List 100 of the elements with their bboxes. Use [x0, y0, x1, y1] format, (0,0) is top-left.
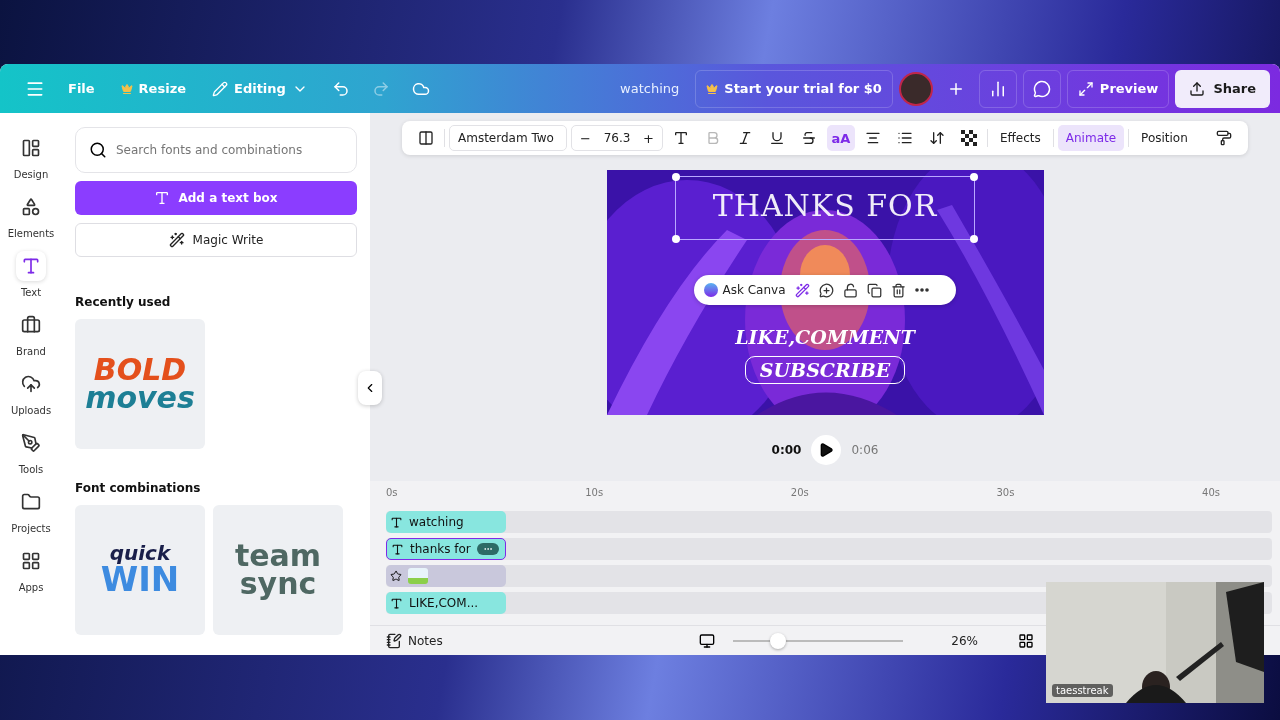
- checker-icon: [961, 130, 977, 146]
- sidebar-item[interactable]: Uploads: [3, 367, 59, 418]
- canvas-text[interactable]: SUBSCRIBE: [744, 356, 906, 384]
- align-center-icon: [865, 130, 881, 146]
- text-clip[interactable]: thanks for: [386, 538, 506, 560]
- unlock-icon: [842, 282, 858, 298]
- lock-button[interactable]: [842, 282, 858, 298]
- decrease-button[interactable]: −: [576, 130, 595, 146]
- zoom-value: 26%: [951, 633, 978, 648]
- sidebar-item[interactable]: Elements: [3, 190, 59, 241]
- toolbar-button[interactable]: Position: [1133, 125, 1196, 151]
- underline-icon: [769, 130, 785, 146]
- more-button[interactable]: [914, 288, 929, 292]
- image-thumbnail: [408, 568, 428, 584]
- redo-icon: [371, 79, 390, 98]
- time-tick: 0s: [386, 487, 398, 500]
- section-title: Recently used: [75, 295, 172, 309]
- current-time: 0:00: [771, 443, 802, 457]
- delete-button[interactable]: [890, 282, 906, 298]
- text-icon: [16, 251, 46, 281]
- page-view-icon[interactable]: [699, 632, 716, 649]
- total-time: 0:06: [851, 443, 879, 457]
- magic-write-button[interactable]: Magic Write: [75, 223, 357, 257]
- play-icon: [818, 442, 835, 458]
- font-size-field[interactable]: − 76.3 +: [571, 125, 663, 151]
- ellipsis-icon: [914, 288, 929, 292]
- strikethrough-icon: [801, 130, 817, 146]
- time-tick: 40s: [1202, 487, 1220, 500]
- search-field[interactable]: Search fonts and combinations: [75, 127, 357, 173]
- text-color-icon: [673, 130, 689, 146]
- add-text-box-button[interactable]: Add a text box: [75, 181, 357, 215]
- expand-icon: [1077, 80, 1094, 97]
- toolbar-button[interactable]: Animate: [1057, 125, 1125, 151]
- text-icon: [390, 515, 403, 529]
- image-clip[interactable]: [386, 565, 506, 587]
- columns-icon: [418, 130, 434, 146]
- magic-edit-button[interactable]: [794, 282, 810, 298]
- insights-button[interactable]: [978, 69, 1017, 108]
- duplicate-button[interactable]: [866, 282, 882, 298]
- clip-label: thanks for: [410, 542, 471, 556]
- text-icon: [391, 542, 404, 556]
- canvas-text[interactable]: THANKS FOR: [712, 188, 938, 223]
- time-tick: 10s: [585, 487, 604, 500]
- text-clip[interactable]: watching: [386, 511, 506, 533]
- time-tick: 20s: [790, 487, 809, 500]
- font-card[interactable]: quick WIN: [75, 505, 205, 635]
- text-icon: [390, 596, 403, 610]
- sidebar-item[interactable]: Design: [3, 131, 59, 182]
- play-button[interactable]: [811, 435, 842, 465]
- pencil-icon: [212, 80, 228, 97]
- crown-icon: [706, 82, 719, 95]
- text-icon: [154, 190, 171, 206]
- grid-view-icon[interactable]: [1018, 632, 1034, 649]
- comment-plus-icon: [818, 282, 834, 298]
- spacing-icon: [929, 130, 945, 146]
- comment-icon: [1032, 79, 1051, 98]
- search-icon: [89, 141, 107, 159]
- sidebar-item[interactable]: Tools: [3, 426, 59, 477]
- list-icon: [897, 130, 913, 146]
- notes-button[interactable]: Notes: [386, 632, 443, 649]
- time-tick: 30s: [996, 487, 1015, 500]
- paint-roller-icon: [1216, 130, 1232, 146]
- selection-box[interactable]: [674, 176, 975, 240]
- sidebar-item[interactable]: Brand: [3, 308, 59, 359]
- share-button[interactable]: Share: [1175, 69, 1270, 108]
- toolbar-button[interactable]: Effects: [992, 125, 1049, 151]
- sidebar-item[interactable]: Text: [3, 249, 59, 300]
- increase-button[interactable]: +: [639, 130, 658, 146]
- comment-button[interactable]: [818, 282, 834, 298]
- font-field[interactable]: Amsterdam Two: [449, 125, 567, 151]
- trial-button[interactable]: Start your trial for $0: [695, 69, 893, 108]
- clip-label: watching: [409, 515, 464, 529]
- webcam-label: taesstreak: [1052, 684, 1113, 697]
- section-title: Font combinations: [75, 481, 202, 495]
- ask-canva-button[interactable]: Ask Canva: [703, 283, 786, 297]
- crown-icon: [120, 82, 133, 95]
- wand-icon: [168, 232, 185, 248]
- text-clip[interactable]: LIKE,COM...: [386, 592, 506, 614]
- notes-icon: [386, 632, 402, 649]
- italic-icon: [737, 130, 753, 146]
- font-size-value: 76.3: [603, 131, 631, 145]
- sidebar-item[interactable]: Projects: [3, 485, 59, 536]
- sidebar-item[interactable]: Apps: [3, 544, 59, 595]
- more-icon: [476, 543, 499, 555]
- upload-icon: [1189, 80, 1206, 97]
- font-card[interactable]: team sync: [213, 505, 343, 635]
- canvas-text[interactable]: LIKE,COMMENT: [735, 326, 915, 348]
- trash-icon: [890, 282, 906, 298]
- undo-icon: [331, 79, 350, 98]
- font-card[interactable]: BOLD moves: [75, 319, 205, 449]
- design-title[interactable]: watching: [620, 81, 680, 96]
- copy-icon: [866, 282, 882, 298]
- preview-button[interactable]: Preview: [1066, 69, 1170, 108]
- wand-icon: [794, 282, 810, 298]
- clip-label: LIKE,COM...: [409, 596, 479, 610]
- bold-icon: [705, 130, 721, 146]
- zoom-thumb[interactable]: [769, 632, 786, 649]
- star-icon: [390, 570, 402, 582]
- logo-icon: [703, 283, 718, 297]
- case-button[interactable]: aA: [827, 125, 855, 151]
